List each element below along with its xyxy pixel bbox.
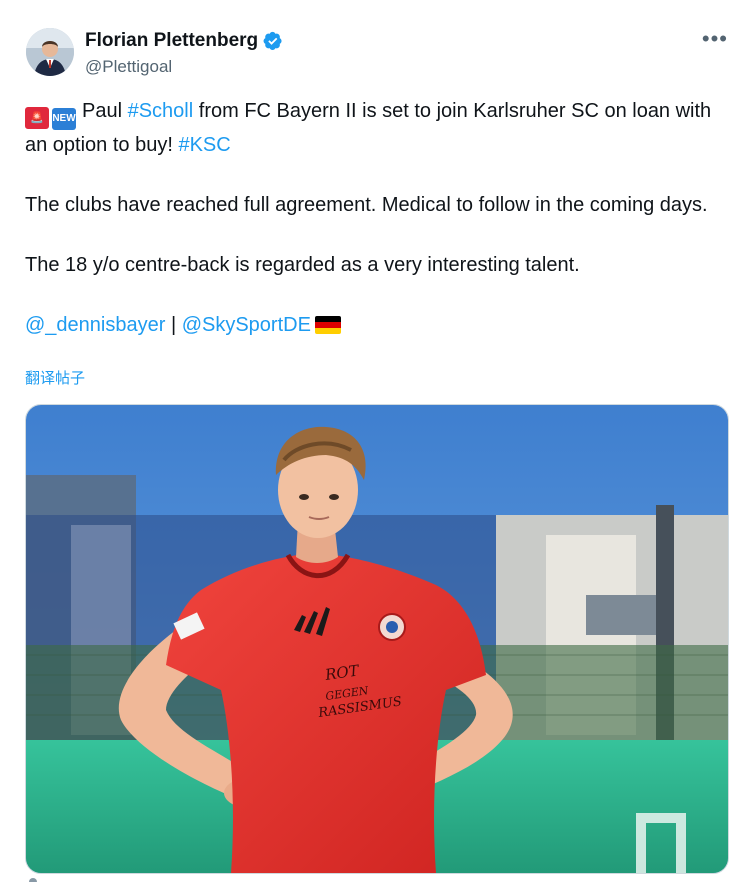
- tweet-paragraph-2: The clubs have reached full agreement. M…: [25, 194, 708, 216]
- more-options-icon[interactable]: •••: [702, 26, 728, 52]
- author-name-row: Florian Plettenberg: [85, 30, 283, 52]
- tweet-media-image[interactable]: ROT GEGEN RASSISMUS: [25, 404, 729, 874]
- tweet-card: Florian Plettenberg @Plettigoal ••• 🚨 NEW…: [0, 0, 750, 882]
- tweet-mentions: @_dennisbayer | @SkySportDE: [25, 310, 725, 340]
- verified-badge-icon: [263, 31, 282, 50]
- tweet-text-segment: Paul: [82, 100, 128, 122]
- hashtag-ksc-link[interactable]: #KSC: [178, 134, 230, 156]
- tweet-paragraph-1: 🚨 NEW Paul #Scholl from FC Bayern II is se…: [25, 96, 725, 160]
- mention-separator: |: [165, 314, 182, 336]
- tweet-paragraph-3: The 18 y/o centre-back is regarded as a …: [25, 254, 580, 276]
- mention-dennisbayer-link[interactable]: @_dennisbayer: [25, 314, 165, 336]
- translate-post-link[interactable]: 翻译帖子: [25, 367, 85, 388]
- action-bar-peek: [29, 878, 37, 882]
- tweet-text: 🚨 NEW Paul #Scholl from FC Bayern II is se…: [25, 96, 725, 340]
- germany-flag-icon: [314, 316, 341, 334]
- siren-emoji-icon: 🚨: [25, 107, 49, 129]
- player-photo: ROT GEGEN RASSISMUS: [26, 405, 728, 873]
- author-handle[interactable]: @Plettigoal: [85, 57, 172, 77]
- author-display-name[interactable]: Florian Plettenberg: [85, 30, 258, 52]
- author-avatar[interactable]: [26, 28, 74, 76]
- new-emoji-icon: NEW: [52, 108, 76, 130]
- mention-skysportde-link[interactable]: @SkySportDE: [182, 314, 311, 336]
- avatar-image: [26, 28, 74, 76]
- hashtag-scholl-link[interactable]: #Scholl: [128, 100, 194, 122]
